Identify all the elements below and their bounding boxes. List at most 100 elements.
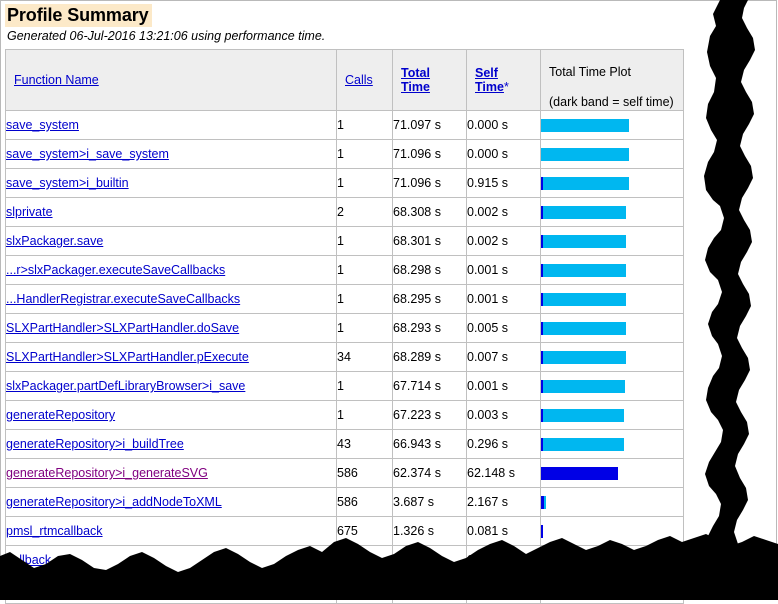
column-header-total-time[interactable]: Total Time <box>393 50 467 111</box>
cell-total-time: 71.097 s <box>393 111 467 140</box>
time-bar <box>541 438 683 451</box>
cell-total-time: 68.295 s <box>393 285 467 314</box>
self-time-bar <box>541 583 543 596</box>
cell-calls: 675 <box>337 517 393 546</box>
cell-function-name: SLXPartHandler>SLXPartHandler.pExecute <box>6 343 337 372</box>
cell-function-name: pmsl_rtmcallback <box>6 517 337 546</box>
total-time-bar <box>541 351 626 364</box>
function-link[interactable]: generateRepository>i_generateSVG <box>6 466 208 480</box>
sort-link-calls[interactable]: Calls <box>345 73 373 87</box>
function-link[interactable]: ...r>slxPackager.executeSaveCallbacks <box>6 263 225 277</box>
table-row: executeJSaveCallbacks6441.281 s0.012 s <box>6 575 684 604</box>
function-link[interactable]: executeJSaveCallbacks <box>6 582 139 596</box>
self-time-bar <box>541 177 543 190</box>
table-row: SLXPartHandler>SLXPartHandler.doSave168.… <box>6 314 684 343</box>
cell-self-time: 0.081 s <box>467 517 541 546</box>
cell-total-time-plot <box>541 575 684 604</box>
function-link[interactable]: slxPackager.save <box>6 234 103 248</box>
column-header-self-time[interactable]: Self Time* <box>467 50 541 111</box>
cell-self-time: 0.012 s <box>467 575 541 604</box>
function-link[interactable]: pmsl_rtmcallback <box>6 524 103 538</box>
function-link[interactable]: save_system>i_builtin <box>6 176 129 190</box>
cell-self-time: 0.002 s <box>467 227 541 256</box>
cell-total-time-plot <box>541 372 684 401</box>
table-row: generateRepository>i_addNodeToXML5863.68… <box>6 488 684 517</box>
self-time-bar <box>541 235 543 248</box>
function-link[interactable]: SLXPartHandler>SLXPartHandler.pExecute <box>6 350 249 364</box>
cell-total-time: 68.308 s <box>393 198 467 227</box>
cell-total-time: 68.301 s <box>393 227 467 256</box>
cell-calls: 644 <box>337 575 393 604</box>
page-title: Profile Summary <box>5 4 152 27</box>
time-bar <box>541 409 683 422</box>
total-time-bar <box>541 148 629 161</box>
time-bar <box>541 496 683 509</box>
table-header-row: Function Name Calls Total Time Self Time… <box>6 50 684 111</box>
table-row: save_system171.097 s0.000 s <box>6 111 684 140</box>
time-bar <box>541 206 683 219</box>
function-link[interactable]: ...HandlerRegistrar.executeSaveCallbacks <box>6 292 240 306</box>
total-time-bar <box>541 119 629 132</box>
cell-calls: 644 <box>337 546 393 575</box>
self-time-bar <box>541 322 543 335</box>
function-link[interactable]: callback <box>6 553 51 567</box>
column-header-total-time-plot: Total Time Plot (dark band = self time) <box>541 50 684 111</box>
time-bar <box>541 264 683 277</box>
cell-total-time-plot <box>541 256 684 285</box>
self-time-bar <box>541 525 543 538</box>
total-time-bar <box>541 206 626 219</box>
function-link[interactable]: generateRepository>i_buildTree <box>6 437 184 451</box>
cell-total-time-plot <box>541 140 684 169</box>
function-link[interactable]: generateRepository <box>6 408 115 422</box>
cell-total-time: 1.326 s <box>393 517 467 546</box>
plot-header-label: Total Time Plot <box>549 65 631 79</box>
table-row: ...r>slxPackager.executeSaveCallbacks168… <box>6 256 684 285</box>
sort-link-function-name[interactable]: Function Name <box>14 73 99 87</box>
cell-calls: 1 <box>337 314 393 343</box>
function-link[interactable]: SLXPartHandler>SLXPartHandler.doSave <box>6 321 239 335</box>
self-time-bar <box>541 554 543 567</box>
cell-self-time: 0.005 s <box>467 314 541 343</box>
time-bar <box>541 119 683 132</box>
self-time-bar <box>541 380 543 393</box>
cell-calls: 1 <box>337 256 393 285</box>
cell-total-time: 68.289 s <box>393 343 467 372</box>
cell-total-time-plot <box>541 198 684 227</box>
cell-calls: 1 <box>337 285 393 314</box>
profile-report: Profile Summary Generated 06-Jul-2016 13… <box>5 4 765 604</box>
total-time-bar <box>541 438 624 451</box>
sort-link-total-time[interactable]: Total Time <box>401 66 430 94</box>
function-link[interactable]: save_system <box>6 118 79 132</box>
cell-total-time-plot <box>541 517 684 546</box>
cell-total-time: 3.687 s <box>393 488 467 517</box>
total-time-bar <box>541 177 629 190</box>
cell-total-time-plot <box>541 169 684 198</box>
cell-total-time-plot <box>541 488 684 517</box>
cell-self-time: 0.023 s <box>467 546 541 575</box>
self-time-bar <box>541 206 543 219</box>
self-time-bar <box>541 264 543 277</box>
column-header-calls[interactable]: Calls <box>337 50 393 111</box>
table-row: SLXPartHandler>SLXPartHandler.pExecute 34… <box>6 343 684 372</box>
cell-function-name: SLXPartHandler>SLXPartHandler.doSave <box>6 314 337 343</box>
time-bar <box>541 322 683 335</box>
function-link[interactable]: slprivate <box>6 205 53 219</box>
cell-total-time: 71.096 s <box>393 140 467 169</box>
cell-calls: 34 <box>337 343 393 372</box>
cell-function-name: save_system>i_builtin <box>6 169 337 198</box>
cell-function-name: generateRepository <box>6 401 337 430</box>
cell-self-time: 0.001 s <box>467 256 541 285</box>
sort-link-self-time[interactable]: Self Time <box>475 66 504 94</box>
cell-self-time: 0.001 s <box>467 285 541 314</box>
cell-self-time: 0.000 s <box>467 140 541 169</box>
profile-table: Function Name Calls Total Time Self Time… <box>5 49 684 604</box>
generated-timestamp: Generated 06-Jul-2016 13:21:06 using per… <box>7 29 765 43</box>
cell-function-name: generateRepository>i_buildTree <box>6 430 337 459</box>
function-link[interactable]: save_system>i_save_system <box>6 147 169 161</box>
time-bar <box>541 293 683 306</box>
column-header-function-name[interactable]: Function Name <box>6 50 337 111</box>
function-link[interactable]: generateRepository>i_addNodeToXML <box>6 495 222 509</box>
cell-total-time-plot <box>541 227 684 256</box>
total-time-bar <box>541 409 624 422</box>
function-link[interactable]: slxPackager.partDefLibraryBrowser>i_save <box>6 379 245 393</box>
